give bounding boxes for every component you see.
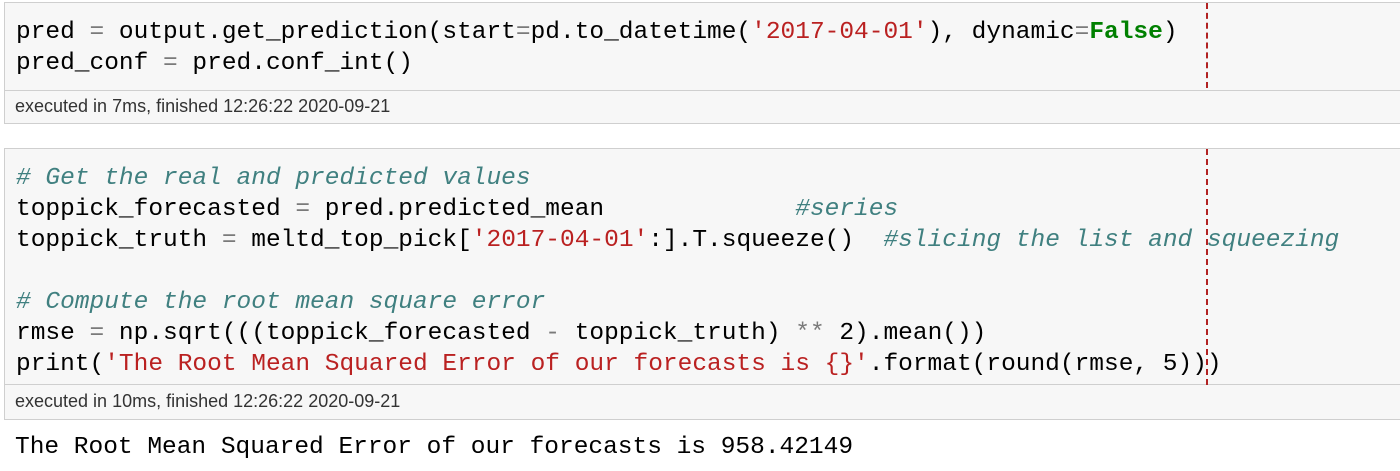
code-line: print('The Root Mean Squared Error of ou…: [16, 351, 1222, 378]
code-line: toppick_forecasted = pred.predicted_mean…: [16, 196, 899, 223]
code-line: pred_conf = pred.conf_int(): [16, 50, 413, 77]
code-editor-2[interactable]: # Get the real and predicted values toppi…: [5, 149, 1400, 385]
code-line: pred = output.get_prediction(start=pd.to…: [16, 19, 1178, 46]
code-line: # Compute the root mean square error: [16, 289, 546, 316]
execution-info: executed in 7ms, finished 12:26:22 2020-…: [5, 90, 1400, 123]
code-cell-1[interactable]: pred = output.get_prediction(start=pd.to…: [4, 2, 1400, 124]
cell-output: The Root Mean Squared Error of our forec…: [15, 434, 854, 461]
code-cell-2[interactable]: # Get the real and predicted values toppi…: [4, 148, 1400, 420]
code-editor-1[interactable]: pred = output.get_prediction(start=pd.to…: [5, 3, 1400, 91]
code-line: toppick_truth = meltd_top_pick['2017-04-…: [16, 227, 1340, 254]
execution-info: executed in 10ms, finished 12:26:22 2020…: [5, 384, 1400, 419]
code-line: # Get the real and predicted values: [16, 165, 531, 192]
code-line: rmse = np.sqrt(((toppick_forecasted - to…: [16, 320, 987, 347]
